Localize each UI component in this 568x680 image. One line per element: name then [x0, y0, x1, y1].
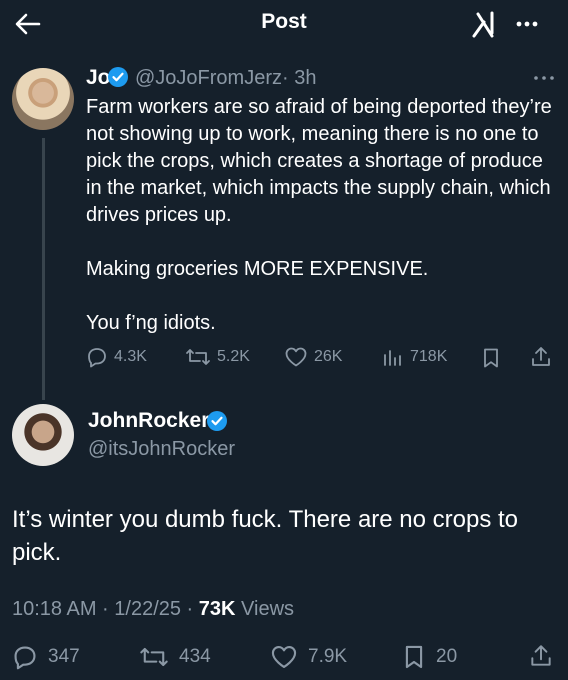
repost-count: 434 — [179, 646, 211, 667]
top-bar: Post — [0, 0, 568, 48]
share-icon[interactable] — [528, 643, 554, 669]
reply-count: 4.3K — [114, 348, 147, 365]
repost-icon — [186, 349, 210, 365]
tweet-text: Farm workers are so afraid of being depo… — [86, 96, 552, 334]
repost-button[interactable]: 5.2K — [185, 346, 250, 368]
reply-button[interactable]: 347 — [12, 644, 80, 670]
bookmark-icon[interactable] — [481, 347, 501, 369]
verified-badge-icon — [107, 66, 129, 88]
repost-count: 5.2K — [217, 348, 250, 365]
heart-icon — [271, 646, 297, 668]
analytics-icon — [384, 350, 401, 366]
views-count[interactable]: 73K — [199, 598, 236, 620]
view-count: 718K — [410, 348, 448, 365]
author-handle[interactable]: @itsJohnRocker — [88, 438, 235, 461]
like-button[interactable]: 7.9K — [270, 644, 347, 670]
more-options-icon[interactable] — [514, 12, 540, 36]
timestamp[interactable]: 10:18 AM · 1/22/25 · — [12, 598, 199, 620]
tweet-text: It’s winter you dumb fuck. There are no … — [12, 506, 519, 566]
grok-icon[interactable] — [470, 10, 498, 38]
like-button[interactable]: 26K — [284, 346, 342, 368]
avatar[interactable] — [12, 68, 74, 130]
repost-button[interactable]: 434 — [139, 644, 211, 670]
verified-badge-icon — [206, 410, 228, 432]
tweet-more-icon[interactable] — [532, 72, 556, 84]
author-name[interactable]: JohnRocker — [88, 409, 209, 433]
tweet-metadata: 10:18 AM · 1/22/25 · 73K Views — [12, 598, 294, 621]
repost-icon — [140, 647, 168, 667]
thread-connector — [42, 138, 45, 400]
reply-count: 347 — [48, 646, 80, 667]
like-count: 26K — [314, 348, 343, 365]
share-icon[interactable] — [529, 345, 553, 369]
reply-button[interactable]: 4.3K — [86, 346, 147, 368]
reply-icon — [14, 646, 36, 670]
heart-icon — [285, 347, 307, 367]
bookmark-icon — [405, 645, 423, 669]
views-button[interactable]: 718K — [382, 346, 447, 368]
author-handle[interactable]: @JoJoFromJerz· 3h — [135, 67, 316, 90]
bookmark-button[interactable]: 20 — [402, 644, 457, 670]
avatar[interactable] — [12, 404, 74, 466]
bookmark-count: 20 — [436, 646, 458, 667]
views-label: Views — [235, 598, 295, 620]
reply-icon — [88, 348, 106, 368]
like-count: 7.9K — [308, 646, 348, 667]
